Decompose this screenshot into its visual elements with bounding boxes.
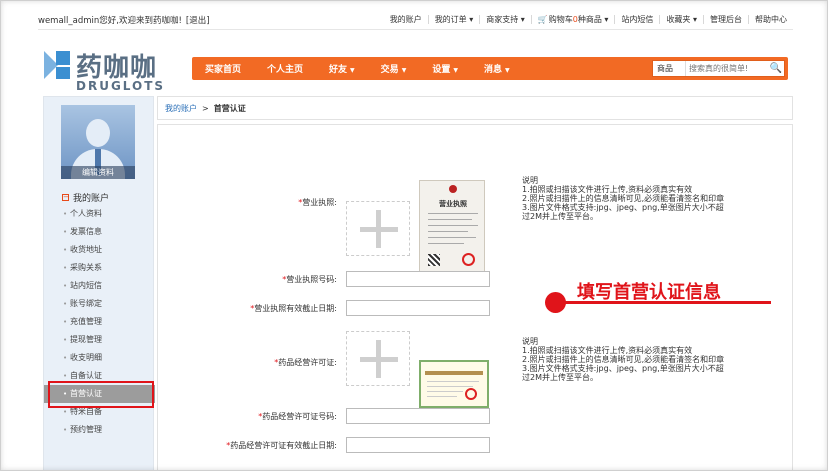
sidebar-item-messages[interactable]: 站内短信	[44, 277, 155, 295]
top-link-favorites[interactable]: 收藏夹 ▾	[659, 15, 703, 24]
top-bar: wemall_admin您好,欢迎来到药咖咖! [退出] 我的账户 我的订单 ▾…	[38, 10, 793, 30]
search-box: 商品 🔍	[652, 60, 785, 77]
business-license-expiry-label: *营业执照有效截止日期:	[250, 304, 337, 313]
nav-settings-label: 设置	[432, 65, 451, 75]
logo-mark-icon	[44, 51, 70, 79]
breadcrumb-separator: >	[202, 103, 209, 113]
business-license-no-label: *营业执照号码:	[282, 275, 337, 284]
seal-icon	[462, 253, 475, 266]
nav-friends-label: 好友	[329, 65, 348, 75]
sidebar-item-profile[interactable]: 个人资料	[44, 205, 155, 223]
business-license-no-field[interactable]	[346, 271, 490, 287]
breadcrumb-current: 首营认证	[213, 103, 246, 113]
chevron-down-icon: ▼	[350, 67, 355, 74]
top-link-my-account[interactable]: 我的账户	[384, 15, 428, 24]
breadcrumb: 我的账户 > 首营认证	[157, 96, 793, 120]
top-link-help[interactable]: 帮助中心	[748, 15, 793, 24]
nav-messages-label: 消息	[483, 65, 502, 75]
nav-friends[interactable]: 好友 ▼	[316, 62, 368, 75]
cart-suffix: 种商品 ▾	[577, 15, 609, 24]
license-image-title: 营业执照	[439, 200, 467, 208]
sidebar-item-recharge[interactable]: 充值管理	[44, 313, 155, 331]
logo-text-en: DRUGLOTS	[76, 79, 166, 93]
top-link-my-orders[interactable]: 我的订单 ▾	[427, 15, 480, 24]
nav-buyer-home[interactable]: 买家首页	[192, 62, 254, 75]
search-category-select[interactable]: 商品	[653, 61, 686, 76]
search-icon[interactable]: 🔍	[768, 63, 784, 74]
qr-code-icon	[428, 254, 440, 266]
sidebar-item-booking[interactable]: 预约管理	[44, 421, 155, 439]
top-link-cart[interactable]: 🛒购物车0种商品 ▾	[530, 15, 615, 24]
sidebar-item-transactions[interactable]: 收支明细	[44, 349, 155, 367]
upload-notes-1: 说明 1.拍照或扫描该文件进行上传,资料必须真实有效 2.照片或扫描件上的信息清…	[522, 176, 725, 221]
drug-permit-sample	[419, 360, 489, 408]
nav-trade[interactable]: 交易 ▼	[368, 62, 420, 75]
seal-icon	[465, 388, 477, 400]
welcome-text: wemall_admin您好,欢迎来到药咖咖!	[38, 15, 182, 26]
cart-icon: 🛒	[537, 15, 548, 24]
avatar[interactable]: 编辑资料	[61, 105, 135, 179]
search-input[interactable]	[686, 64, 768, 73]
drug-permit-no-field[interactable]	[346, 408, 490, 424]
sidebar: 编辑资料 − 我的账户 个人资料 发票信息 收货地址 采购关系 站内短信 账号绑…	[43, 96, 155, 471]
menu-section-my-account[interactable]: − 我的账户	[62, 191, 109, 204]
collapse-icon: −	[62, 193, 69, 201]
top-links: 我的账户 我的订单 ▾ 商家支持 ▾ 🛒购物车0种商品 ▾ 站内短信 收藏夹 ▾…	[384, 15, 793, 24]
drug-permit-expiry-label: *药品经营许可证有效截止日期:	[226, 441, 337, 450]
business-license-expiry-field[interactable]	[346, 300, 490, 316]
sidebar-item-invoice[interactable]: 发票信息	[44, 223, 155, 241]
top-link-merchant-support[interactable]: 商家支持 ▾	[479, 15, 531, 24]
drug-permit-label: *药品经营许可证:	[274, 358, 337, 367]
top-link-admin[interactable]: 管理后台	[703, 15, 748, 24]
business-license-upload[interactable]	[346, 201, 410, 256]
chevron-down-icon: ▼	[504, 67, 510, 74]
upload-notes-2: 说明 1.拍照或扫描该文件进行上传,资料必须真实有效 2.照片或扫描件上的信息清…	[522, 337, 725, 382]
nav-personal-home[interactable]: 个人主页	[254, 62, 316, 75]
cart-label: 购物车	[548, 15, 573, 24]
edit-profile-link[interactable]: 编辑资料	[61, 166, 135, 179]
highlight-box	[48, 381, 154, 408]
emblem-icon	[449, 185, 457, 193]
annotation-dot	[545, 292, 566, 313]
business-license-label: *营业执照:	[298, 198, 337, 207]
drug-permit-upload[interactable]	[346, 331, 410, 386]
welcome-area: wemall_admin您好,欢迎来到药咖咖! [退出]	[38, 14, 210, 26]
nav-trade-label: 交易	[380, 65, 399, 75]
avatar-head	[86, 119, 110, 147]
sidebar-item-account-binding[interactable]: 账号绑定	[44, 295, 155, 313]
chevron-down-icon: ▼	[401, 67, 407, 74]
drug-permit-expiry-field[interactable]	[346, 437, 490, 453]
menu-section-title: 我的账户	[73, 194, 110, 204]
sidebar-item-address[interactable]: 收货地址	[44, 241, 155, 259]
breadcrumb-root[interactable]: 我的账户	[165, 103, 197, 114]
annotation-text: 填写首营认证信息	[577, 282, 721, 303]
drug-permit-no-label: *药品经营许可证号码:	[258, 412, 337, 421]
sidebar-item-withdraw[interactable]: 提现管理	[44, 331, 155, 349]
nav-messages[interactable]: 消息 ▼	[471, 62, 523, 75]
sidebar-item-purchase-relation[interactable]: 采购关系	[44, 259, 155, 277]
nav-settings[interactable]: 设置 ▼	[419, 62, 471, 75]
logout-link[interactable]: [退出]	[186, 14, 210, 26]
site-logo[interactable]: 药咖咖 DRUGLOTS	[42, 45, 177, 97]
top-link-messages[interactable]: 站内短信	[614, 15, 659, 24]
chevron-down-icon: ▼	[453, 67, 458, 74]
business-license-sample: 营业执照	[419, 180, 485, 272]
